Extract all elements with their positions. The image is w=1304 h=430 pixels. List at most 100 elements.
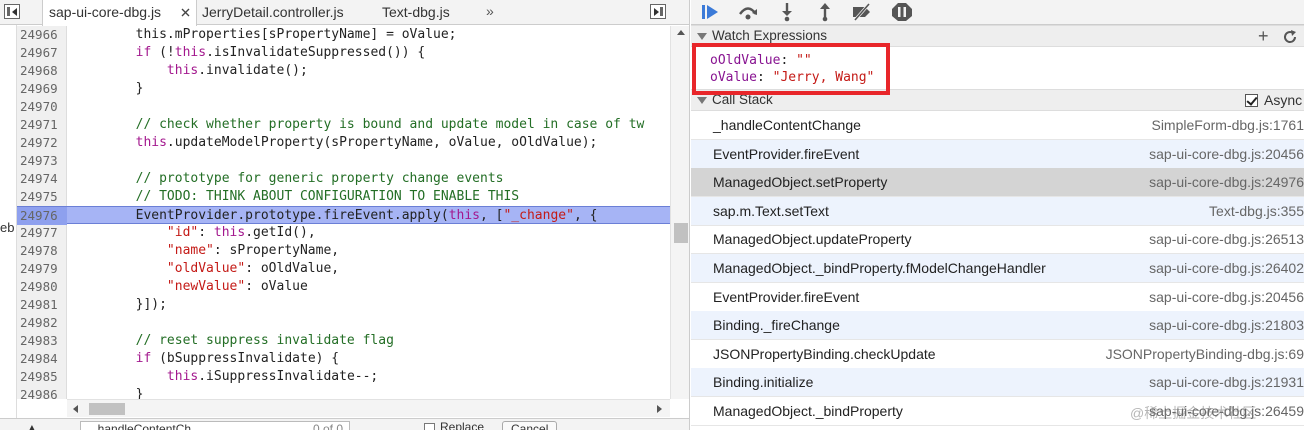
line-number[interactable]: 24986 (17, 386, 67, 399)
code-line[interactable]: 24973 (17, 152, 670, 170)
code-line[interactable]: 24986 } (17, 386, 670, 399)
refresh-icon[interactable] (1282, 29, 1298, 45)
find-nav-icon[interactable]: ▲ (26, 421, 38, 430)
line-number[interactable]: 24973 (17, 152, 67, 170)
code-line[interactable]: 24983 // reset suppress invalidate flag (17, 332, 670, 350)
line-number[interactable]: 24975 (17, 188, 67, 206)
horizontal-scrollbar[interactable] (67, 399, 670, 417)
scrollbar-thumb[interactable] (674, 223, 688, 243)
line-number[interactable]: 24966 (17, 26, 67, 44)
current-execution-line[interactable]: 24976 EventProvider.prototype.fireEvent.… (17, 206, 670, 225)
toggle-debugger-icon[interactable] (650, 4, 666, 19)
code-line[interactable]: 24982 (17, 314, 670, 332)
async-checkbox[interactable] (1245, 94, 1258, 107)
line-number[interactable]: 24984 (17, 350, 67, 368)
close-icon[interactable] (181, 8, 190, 17)
code-line[interactable]: 24978 "name": sPropertyName, (17, 242, 670, 260)
code-line[interactable]: 24979 "oldValue": oOldValue, (17, 260, 670, 278)
line-number[interactable]: 24978 (17, 242, 67, 260)
line-number[interactable]: 24983 (17, 332, 67, 350)
frame-location[interactable]: JSONPropertyBinding-dbg.js:69 (1106, 340, 1304, 369)
code-text: this.mProperties[sPropertyName] = oValue… (73, 26, 457, 44)
resume-icon[interactable] (699, 2, 721, 22)
code-line[interactable]: 24966 this.mProperties[sPropertyName] = … (17, 26, 670, 44)
frame-location[interactable]: sap-ui-core-dbg.js:20456 (1149, 283, 1304, 312)
call-frame[interactable]: EventProvider.fireEvent sap-ui-core-dbg.j… (691, 139, 1304, 169)
code-token: if (73, 351, 152, 366)
code-line[interactable]: 24974 // prototype for generic property … (17, 170, 670, 188)
deactivate-breakpoints-icon[interactable] (851, 2, 873, 22)
toggle-navigator-icon[interactable] (4, 4, 20, 19)
line-number[interactable]: 24972 (17, 134, 67, 152)
code-token: EventProvider.prototype.fireEvent.apply( (73, 208, 449, 223)
call-frame[interactable]: _handleContentChange SimpleForm-dbg.js:17… (691, 111, 1304, 140)
call-frame[interactable]: ManagedObject._bindProperty.fModelChange… (691, 254, 1304, 283)
code-token: }]); (73, 297, 167, 312)
line-number[interactable]: 24967 (17, 44, 67, 62)
scroll-right-icon[interactable] (657, 405, 662, 413)
step-out-icon[interactable] (814, 2, 836, 22)
call-frame[interactable]: Binding.initialize sap-ui-core-dbg.js:219… (691, 368, 1304, 398)
call-frame[interactable]: sap.m.Text.setText Text-dbg.js:355 (691, 196, 1304, 226)
vertical-scrollbar[interactable] (670, 26, 689, 399)
code-line[interactable]: 24985 this.iSuppressInvalidate--; (17, 368, 670, 386)
code-text: EventProvider.prototype.fireEvent.apply(… (73, 207, 598, 225)
tab-sap-ui-core[interactable]: sap-ui-core-dbg.js (42, 0, 197, 26)
tab-overflow-button[interactable]: » (486, 0, 494, 25)
line-number[interactable]: 24977 (17, 224, 67, 242)
line-number[interactable]: 24971 (17, 116, 67, 134)
scroll-up-icon[interactable] (677, 30, 685, 35)
line-number[interactable]: 24968 (17, 62, 67, 80)
frame-location[interactable]: sap-ui-core-dbg.js:26513 (1149, 225, 1304, 254)
frame-location[interactable]: sap-ui-core-dbg.js:20456 (1149, 140, 1304, 169)
frame-location[interactable]: sap-ui-core-dbg.js:24976 (1149, 168, 1304, 197)
line-number[interactable]: 24969 (17, 80, 67, 98)
code-token: (! (151, 45, 175, 60)
code-line[interactable]: 24980 "newValue": oValue (17, 278, 670, 296)
call-frame[interactable]: Binding._fireChange sap-ui-core-dbg.js:21… (691, 311, 1304, 341)
step-into-icon[interactable] (776, 2, 798, 22)
cancel-button[interactable]: Cancel (502, 421, 558, 430)
tab-jerrydetail[interactable]: JerryDetail.controller.js (196, 0, 350, 25)
code-token: .updateModelProperty(sPropertyName, oVal… (166, 135, 598, 150)
find-input[interactable]: _handleContentCh 0 of 0 (80, 421, 350, 430)
line-number[interactable]: 24974 (17, 170, 67, 188)
call-frame[interactable]: ManagedObject.updateProperty sap-ui-core-… (691, 225, 1304, 255)
line-number[interactable]: 24985 (17, 368, 67, 386)
call-frame[interactable]: JSONPropertyBinding.checkUpdate JSONPrope… (691, 340, 1304, 369)
tab-text-dbg[interactable]: Text-dbg.js (376, 0, 456, 25)
line-number[interactable]: 24979 (17, 260, 67, 278)
frame-location[interactable]: sap-ui-core-dbg.js:21803 (1149, 311, 1304, 340)
frame-location[interactable]: sap-ui-core-dbg.js:26402 (1149, 254, 1304, 283)
line-number[interactable]: 24982 (17, 314, 67, 332)
code-line[interactable]: 24971 // check whether property is bound… (17, 116, 670, 134)
code-line[interactable]: 24975 // TODO: THINK ABOUT CONFIGURATION… (17, 188, 670, 206)
step-over-icon[interactable] (737, 2, 759, 22)
code-line[interactable]: 24968 this.invalidate(); (17, 62, 670, 80)
code-line[interactable]: 24981 }]); (17, 296, 670, 314)
frame-location[interactable]: SimpleForm-dbg.js:1761 (1151, 111, 1304, 140)
add-watch-button[interactable]: + (1258, 27, 1269, 45)
frame-location[interactable]: sap-ui-core-dbg.js:21931 (1149, 368, 1304, 397)
replace-checkbox[interactable] (424, 423, 435, 430)
line-number[interactable]: 24970 (17, 98, 67, 116)
line-number[interactable]: 24976 (17, 207, 67, 225)
code-line[interactable]: 24970 (17, 98, 670, 116)
scroll-left-icon[interactable] (73, 405, 78, 413)
line-number[interactable]: 24981 (17, 296, 67, 314)
code-editor[interactable]: 24966 this.mProperties[sPropertyName] = … (17, 26, 670, 399)
frame-location[interactable]: Text-dbg.js:355 (1209, 197, 1304, 226)
code-text: // prototype for generic property change… (73, 170, 504, 188)
call-frame[interactable]: EventProvider.fireEvent sap-ui-core-dbg.j… (691, 283, 1304, 312)
red-highlight-annotation (692, 43, 890, 95)
line-number[interactable]: 24980 (17, 278, 67, 296)
scrollbar-thumb[interactable] (89, 403, 125, 415)
code-line[interactable]: 24984 if (bSuppressInvalidate) { (17, 350, 670, 368)
editor-tab-bar: sap-ui-core-dbg.js JerryDetail.controlle… (0, 0, 689, 26)
code-line[interactable]: 24972 this.updateModelProperty(sProperty… (17, 134, 670, 152)
code-line[interactable]: 24969 } (17, 80, 670, 98)
pause-on-exceptions-icon[interactable] (891, 2, 913, 22)
call-frame-selected[interactable]: ManagedObject.setProperty sap-ui-core-dbg… (691, 168, 1304, 198)
code-line[interactable]: 24977 "id": this.getId(), (17, 224, 670, 242)
code-line[interactable]: 24967 if (!this.isInvalidateSuppressed()… (17, 44, 670, 62)
